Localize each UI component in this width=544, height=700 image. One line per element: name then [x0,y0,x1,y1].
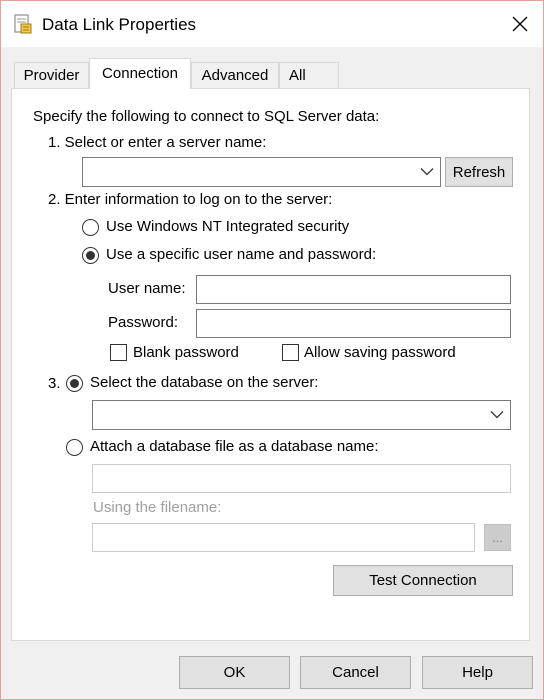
radio-specific-user-label: Use a specific user name and password: [106,246,377,263]
password-input[interactable] [196,309,511,338]
help-label: Help [462,664,493,681]
intro-text: Specify the following to connect to SQL … [33,108,380,125]
close-icon [512,16,528,32]
close-button[interactable] [497,1,543,47]
username-label: User name: [108,280,186,297]
tab-all[interactable]: All [279,62,339,88]
step2-label: 2. Enter information to log on to the se… [48,191,333,208]
tab-advanced-label: Advanced [201,67,269,84]
step3-number: 3. [48,375,61,392]
radio-attach-database-label: Attach a database file as a database nam… [90,438,379,455]
allow-saving-password-label: Allow saving password [304,344,456,361]
chevron-down-icon [490,407,504,424]
blank-password-label: Blank password [133,344,239,361]
radio-nt-security-label: Use Windows NT Integrated security [106,218,350,235]
test-connection-label: Test Connection [369,572,477,589]
refresh-button[interactable]: Refresh [445,157,513,187]
chevron-down-icon [420,164,434,181]
tab-provider[interactable]: Provider [14,62,89,88]
help-button[interactable]: Help [422,656,533,689]
tab-advanced[interactable]: Advanced [191,62,279,88]
radio-specific-user[interactable] [82,247,99,264]
tab-connection-label: Connection [102,65,178,82]
app-icon [13,14,33,38]
browse-button[interactable]: ... [484,524,511,551]
password-label: Password: [108,314,179,331]
cancel-button[interactable]: Cancel [300,656,411,689]
tab-provider-label: Provider [23,67,80,84]
using-filename-label: Using the filename: [93,499,222,516]
window-title: Data Link Properties [42,15,197,34]
refresh-label: Refresh [452,163,506,181]
tab-connection[interactable]: Connection [89,58,191,89]
username-input[interactable] [196,275,511,304]
database-combo[interactable] [92,400,511,430]
attach-database-input[interactable] [92,464,511,493]
radio-select-database-label: Select the database on the server: [90,374,319,391]
test-connection-button[interactable]: Test Connection [333,565,513,596]
blank-password-checkbox[interactable] [110,344,127,361]
server-name-combo[interactable] [82,157,441,187]
browse-label: ... [492,530,503,545]
filename-input[interactable] [92,523,475,552]
radio-nt-security[interactable] [82,219,99,236]
radio-attach-database[interactable] [66,439,83,456]
title-bar: Data Link Properties [1,1,543,47]
ok-button[interactable]: OK [179,656,290,689]
cancel-label: Cancel [332,664,379,681]
ok-label: OK [223,664,246,681]
step1-label: 1. Select or enter a server name: [48,134,267,151]
allow-saving-password-checkbox[interactable] [282,344,299,361]
radio-select-database[interactable] [66,375,83,392]
tab-all-label: All [289,67,306,84]
